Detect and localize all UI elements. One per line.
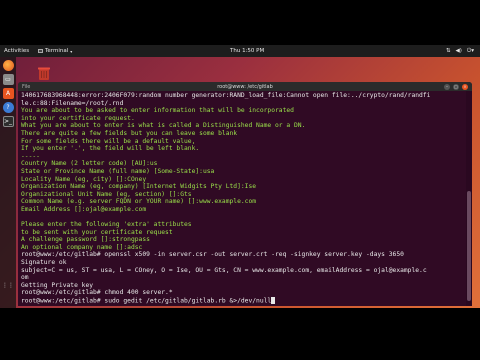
system-tray[interactable]: ⇅ ◀) ⏻▾ — [446, 48, 474, 55]
terminal-line: le.c:88:Filename=/root/.rnd — [21, 99, 124, 107]
terminal-line: to be sent with your certificate request — [21, 228, 173, 236]
terminal-icon[interactable]: >_ — [2, 116, 14, 127]
terminal-line: Organization Name (eg, company) [Interne… — [21, 183, 257, 191]
terminal-line: Getting Private key — [21, 281, 94, 289]
terminal-line: What you are about to enter is what is c… — [21, 122, 306, 130]
terminal-line: Signature ok — [21, 259, 67, 267]
maximize-button[interactable]: □ — [453, 83, 459, 90]
terminal-menu[interactable]: File — [22, 84, 30, 90]
terminal-line: For some fields there will be a default … — [21, 137, 196, 145]
terminal-line: subject=C = us, ST = usa, L = COney, O =… — [21, 266, 427, 274]
terminal-line: Email Address []:ojal@example.com — [21, 205, 147, 213]
activities-button[interactable]: Activities — [4, 48, 29, 54]
terminal-titlebar[interactable]: File root@www: /etc/gitlab – □ × — [18, 82, 472, 91]
terminal-line: There are quite a few fields but you can… — [21, 129, 238, 137]
app-menu-label: Terminal — [45, 48, 69, 54]
terminal-line: Common Name (e.g. server FQDN or YOUR na… — [21, 198, 257, 206]
terminal-line: into your certificate request. — [21, 114, 135, 122]
dock: ▭ A ? >_ ⋮⋮ — [0, 57, 16, 308]
terminal-cursor — [271, 297, 276, 304]
app-menu[interactable]: Terminal ▾ — [38, 48, 72, 54]
terminal-line: Locality Name (eg, city) []:COney — [21, 175, 147, 183]
help-icon[interactable]: ? — [2, 102, 14, 113]
firefox-icon[interactable] — [2, 60, 14, 71]
terminal-line: If you enter '.', the field will be left… — [21, 145, 200, 153]
close-button[interactable]: × — [462, 83, 468, 90]
power-icon: ⏻▾ — [466, 47, 474, 54]
terminal-line: root@www:/etc/gitlab# chmod 400 server.* — [21, 289, 173, 297]
volume-icon: ◀) — [455, 47, 462, 54]
terminal-line: A challenge password []:strongpass — [21, 236, 150, 244]
terminal-window[interactable]: File root@www: /etc/gitlab – □ × 1406176… — [18, 82, 472, 306]
clock[interactable]: Thu 1:50 PM — [230, 48, 264, 54]
minimize-button[interactable]: – — [444, 83, 450, 90]
terminal-scrollbar[interactable] — [466, 91, 472, 306]
terminal-line: om — [21, 274, 29, 282]
terminal-line: Organizational Unit Name (eg, section) [… — [21, 190, 192, 198]
apps-grid-icon[interactable]: ⋮⋮ — [2, 280, 14, 291]
terminal-title: root@www: /etc/gitlab — [217, 83, 273, 90]
terminal-line: ----- — [21, 152, 40, 160]
terminal-line: Country Name (2 letter code) [AU]:us — [21, 160, 158, 168]
desktop-screen: Activities Terminal ▾ Thu 1:50 PM ⇅ ◀) ⏻… — [0, 45, 480, 308]
terminal-line: 140617683968448:error:2406F079:random nu… — [21, 92, 431, 99]
chevron-down-icon: ▾ — [70, 48, 73, 54]
terminal-output[interactable]: 140617683968448:error:2406F079:random nu… — [18, 91, 466, 306]
terminal-line: An optional company name []:adsc — [21, 243, 143, 251]
terminal-app-icon — [38, 49, 43, 53]
trash-icon[interactable] — [36, 65, 52, 81]
scrollbar-thumb[interactable] — [467, 191, 471, 301]
top-panel: Activities Terminal ▾ Thu 1:50 PM ⇅ ◀) ⏻… — [0, 45, 480, 57]
software-icon[interactable]: A — [2, 88, 14, 99]
network-icon: ⇅ — [445, 47, 451, 54]
terminal-line: root@www:/etc/gitlab# openssl x509 -in s… — [21, 251, 404, 259]
terminal-line: root@www:/etc/gitlab# sudo gedit /etc/gi… — [21, 297, 463, 305]
files-icon[interactable]: ▭ — [2, 74, 14, 85]
terminal-line: Please enter the following 'extra' attri… — [21, 221, 192, 229]
terminal-line: You are about to be asked to enter infor… — [21, 107, 294, 115]
terminal-line: State or Province Name (full name) [Some… — [21, 167, 215, 175]
